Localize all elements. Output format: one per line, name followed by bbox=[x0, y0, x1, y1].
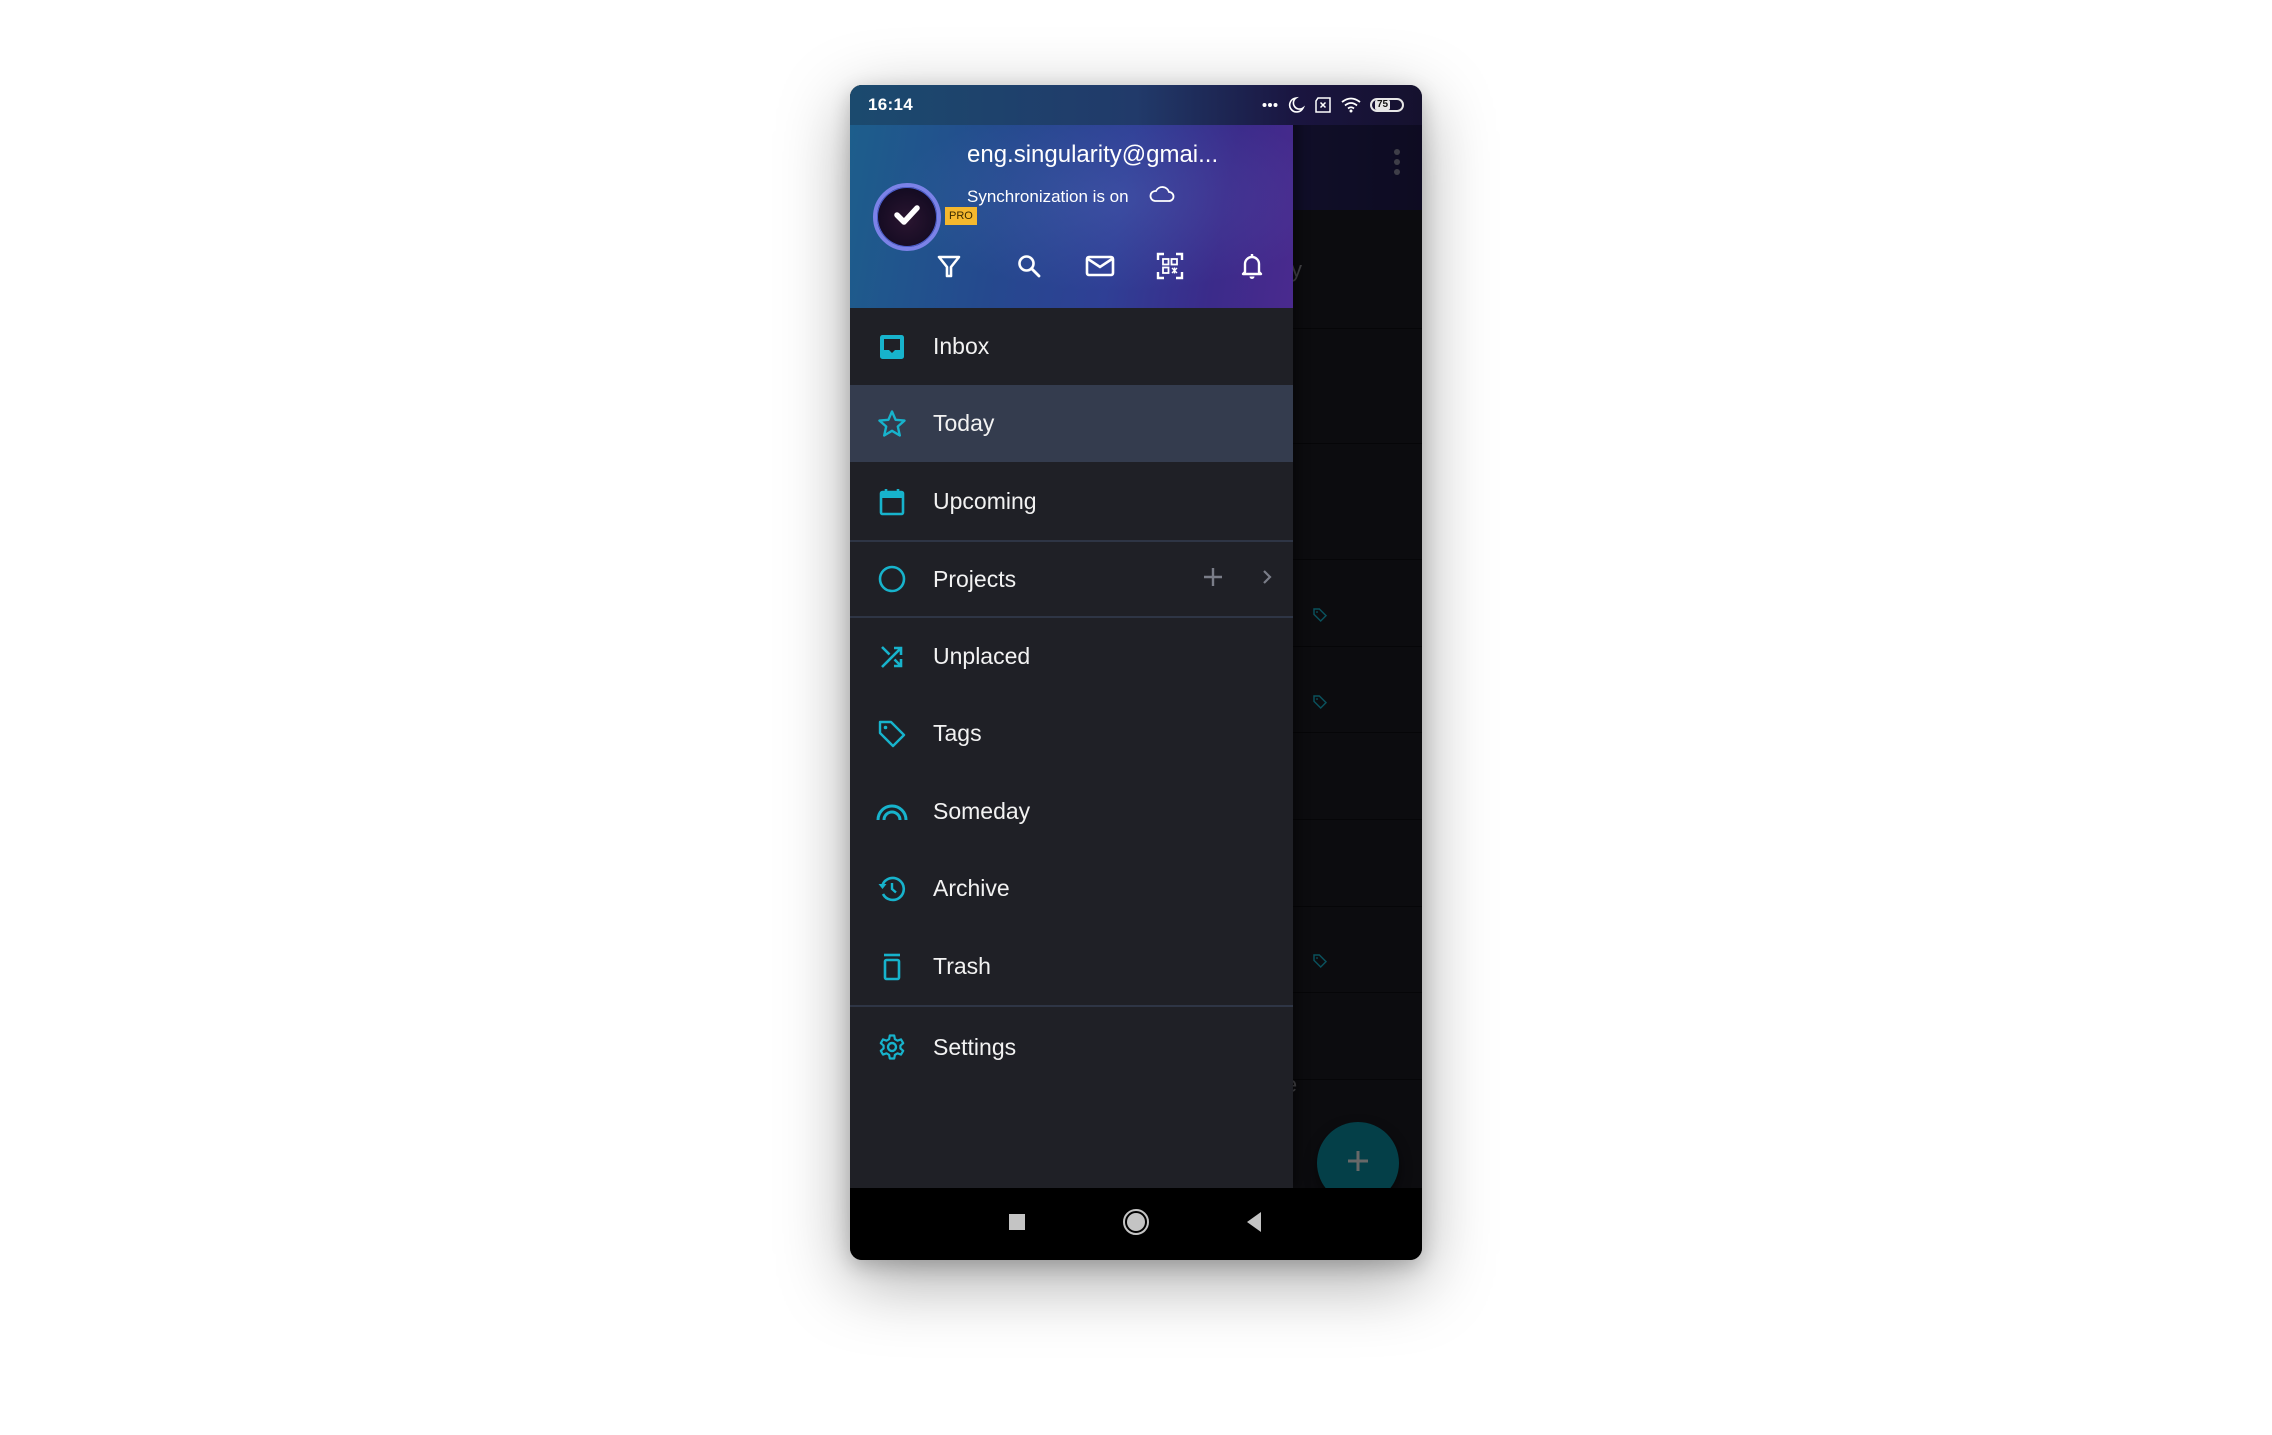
trash-icon bbox=[872, 947, 912, 987]
menu-item-label: Inbox bbox=[933, 333, 990, 359]
add-icon bbox=[1201, 565, 1225, 594]
qr-code-scan-icon bbox=[1156, 252, 1184, 285]
cloud-icon bbox=[1149, 185, 1175, 208]
drawer-header: PRO eng.singularity@gmai... Synchronizat… bbox=[850, 125, 1293, 308]
chevron-right-icon bbox=[1260, 567, 1274, 592]
notifications-button[interactable] bbox=[1230, 246, 1274, 290]
menu-item-today[interactable]: Today bbox=[850, 385, 1293, 462]
menu-item-upcoming[interactable]: Upcoming bbox=[850, 463, 1293, 540]
menu-item-projects[interactable]: Projects bbox=[850, 542, 1293, 616]
menu-item-trash[interactable]: Trash bbox=[850, 928, 1293, 1005]
back-button[interactable] bbox=[1234, 1204, 1274, 1244]
home-circle-icon bbox=[1122, 1208, 1150, 1241]
status-time: 16:14 bbox=[868, 95, 913, 114]
filter-icon bbox=[936, 253, 962, 284]
system-navigation-bar bbox=[850, 1188, 1422, 1260]
home-button[interactable] bbox=[1116, 1204, 1156, 1244]
rainbow-icon bbox=[872, 792, 912, 832]
menu-item-label: Today bbox=[933, 410, 995, 436]
do-not-disturb-moon-icon bbox=[1287, 96, 1305, 114]
recents-square-icon bbox=[1008, 1213, 1026, 1236]
gear-icon bbox=[872, 1027, 912, 1067]
history-icon bbox=[872, 869, 912, 909]
menu-item-label: Unplaced bbox=[933, 643, 1031, 669]
menu-item-label: Upcoming bbox=[933, 488, 1037, 514]
account-avatar[interactable]: PRO bbox=[873, 183, 977, 251]
sync-status[interactable]: Synchronization is on bbox=[967, 185, 1175, 208]
battery-icon: 75 bbox=[1370, 98, 1404, 112]
back-triangle-icon bbox=[1245, 1211, 1263, 1238]
phone-screen: 16:14 75 PRO eng.singularity@gmai... Syn… bbox=[850, 85, 1422, 1260]
wifi-icon bbox=[1341, 97, 1361, 113]
menu-item-label: Projects bbox=[933, 565, 1017, 592]
recents-button[interactable] bbox=[997, 1204, 1037, 1244]
mail-icon bbox=[1085, 253, 1115, 284]
status-icons: 75 bbox=[1262, 94, 1404, 116]
menu-item-inbox[interactable]: Inbox bbox=[850, 308, 1293, 385]
menu-item-label: Settings bbox=[933, 1033, 1017, 1060]
menu-item-unplaced[interactable]: Unplaced bbox=[850, 618, 1293, 695]
menu-item-settings[interactable]: Settings bbox=[850, 1007, 1293, 1087]
battery-level: 75 bbox=[1375, 99, 1391, 110]
menu-item-label: Archive bbox=[933, 875, 1010, 901]
pro-badge: PRO bbox=[945, 207, 977, 225]
inbox-icon bbox=[872, 327, 912, 367]
header-actions bbox=[850, 246, 1293, 290]
star-icon bbox=[872, 404, 912, 444]
menu-item-tags[interactable]: Tags bbox=[850, 695, 1293, 772]
menu-item-label: Tags bbox=[933, 720, 982, 746]
shuffle-icon bbox=[872, 637, 912, 677]
check-icon bbox=[890, 198, 924, 237]
qr-scan-button[interactable] bbox=[1148, 246, 1192, 290]
more-dots-icon bbox=[1262, 102, 1278, 108]
calendar-icon bbox=[872, 482, 912, 522]
navigation-drawer: PRO eng.singularity@gmai... Synchronizat… bbox=[850, 85, 1293, 1188]
status-bar: 16:14 75 bbox=[850, 85, 1422, 125]
search-icon bbox=[1016, 253, 1042, 284]
filter-button[interactable] bbox=[927, 246, 971, 290]
bell-icon bbox=[1239, 252, 1265, 285]
menu-item-someday[interactable]: Someday bbox=[850, 773, 1293, 850]
add-project-button[interactable] bbox=[1193, 559, 1233, 599]
menu-item-label: Trash bbox=[933, 953, 991, 979]
circle-icon bbox=[872, 559, 912, 599]
search-button[interactable] bbox=[1007, 246, 1051, 290]
mail-button[interactable] bbox=[1078, 246, 1122, 290]
menu-item-label: Someday bbox=[933, 798, 1031, 824]
expand-projects-button[interactable] bbox=[1252, 559, 1282, 599]
menu-item-archive[interactable]: Archive bbox=[850, 850, 1293, 927]
account-email[interactable]: eng.singularity@gmai... bbox=[967, 141, 1218, 169]
sync-status-text: Synchronization is on bbox=[967, 186, 1129, 206]
tag-icon bbox=[872, 714, 912, 754]
no-sim-icon bbox=[1314, 97, 1332, 113]
